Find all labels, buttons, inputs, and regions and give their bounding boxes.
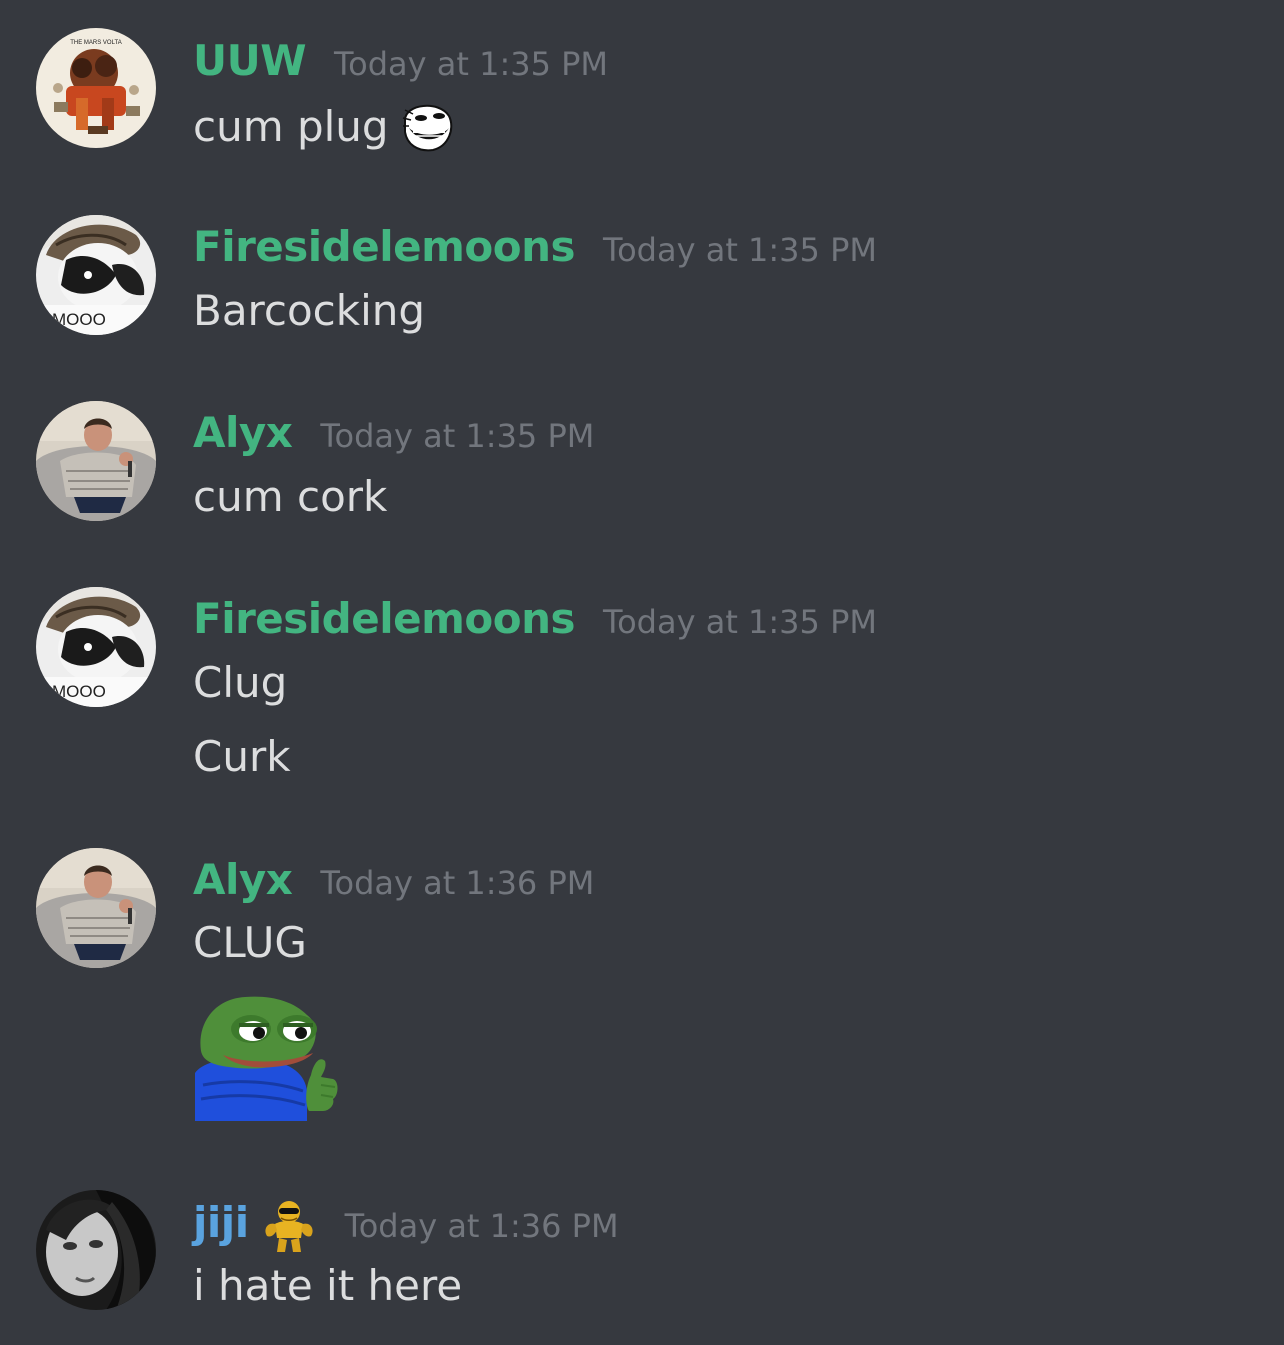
user-avatar[interactable]: MOOO	[36, 215, 156, 335]
message-content: Clug	[193, 654, 287, 710]
username[interactable]: UUW	[193, 36, 307, 85]
username[interactable]: Firesidelemoons	[193, 594, 575, 643]
message-text: Barcocking	[193, 285, 426, 335]
message-text: Curk	[193, 731, 291, 781]
message-content: cum cork	[193, 468, 387, 524]
user-avatar[interactable]	[36, 401, 156, 521]
username[interactable]: Alyx	[193, 408, 293, 457]
user-avatar[interactable]	[36, 848, 156, 968]
timestamp: Today at 1:35 PM	[320, 417, 595, 455]
mars-volta-album-avatar: THE MARS VOLTA	[36, 28, 156, 148]
timestamp: Today at 1:36 PM	[344, 1207, 619, 1245]
person-on-couch-avatar	[36, 401, 156, 521]
username[interactable]: Alyx	[193, 855, 293, 904]
message-content: i hate it here	[193, 1257, 462, 1313]
user-avatar[interactable]: MOOO	[36, 587, 156, 707]
username[interactable]: jiji	[193, 1198, 249, 1247]
timestamp: Today at 1:35 PM	[602, 231, 877, 269]
pepe-thumbs-up-emoji[interactable]	[193, 995, 339, 1123]
message-content: CLUG	[193, 914, 307, 970]
bw-selfie-avatar	[36, 1190, 156, 1310]
album-title-text: THE MARS VOLTA	[70, 40, 121, 46]
message-content: cum plug	[193, 98, 455, 154]
message-text: cum plug	[193, 101, 389, 151]
user-avatar[interactable]: THE MARS VOLTA	[36, 28, 156, 148]
buff-emoji-sunglasses[interactable]	[261, 1198, 317, 1254]
cow-moooo-avatar: MOOO	[36, 587, 156, 707]
timestamp: Today at 1:36 PM	[320, 864, 595, 902]
timestamp: Today at 1:35 PM	[334, 45, 609, 83]
timestamp: Today at 1:35 PM	[602, 603, 877, 641]
cow-caption-text: MOOO	[52, 310, 106, 329]
message-content: Curk	[193, 728, 291, 784]
cow-caption-text: MOOO	[52, 682, 106, 701]
person-on-couch-avatar	[36, 848, 156, 968]
message-text: Clug	[193, 657, 288, 707]
message-text: CLUG	[193, 917, 307, 967]
user-avatar[interactable]	[36, 1190, 156, 1310]
trollface-emoji[interactable]	[399, 98, 455, 154]
cow-moooo-avatar: MOOO	[36, 215, 156, 335]
username[interactable]: Firesidelemoons	[193, 222, 575, 271]
message-content: Barcocking	[193, 282, 425, 338]
message-text: i hate it here	[193, 1260, 463, 1310]
message-text: cum cork	[193, 471, 388, 521]
